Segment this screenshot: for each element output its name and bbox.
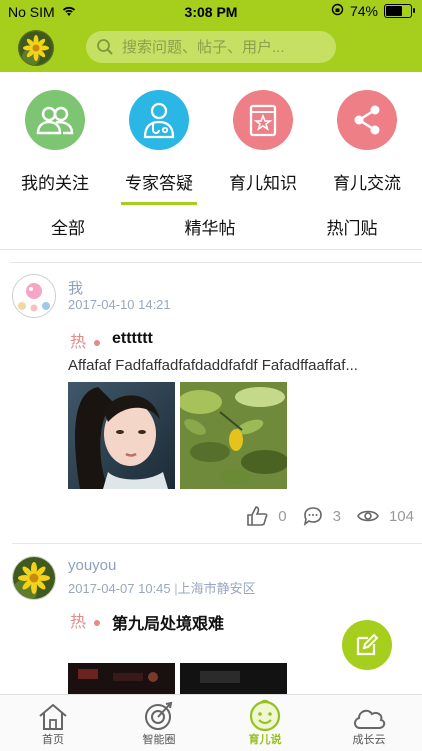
- nav-label: 首页: [42, 734, 64, 746]
- tab-all[interactable]: 全部: [18, 214, 118, 239]
- users-icon: [25, 90, 85, 150]
- views: 104: [357, 508, 414, 525]
- post-meta: 2017-04-07 10:45 |上海市静安区: [68, 578, 256, 597]
- nav-smart-circle[interactable]: 智能圈: [114, 701, 204, 747]
- home-icon: [8, 701, 98, 731]
- bottom-nav: 首页 智能圈 育儿说 成长云: [0, 694, 422, 751]
- comment-count: 3: [332, 507, 341, 525]
- search-bar[interactable]: [86, 31, 336, 63]
- post-card[interactable]: 我 2017-04-10 14:21 热 etttttt Affafaf Fad…: [0, 264, 422, 544]
- divider: [0, 249, 422, 250]
- target-icon: [114, 701, 204, 731]
- category-knowledge[interactable]: 育儿知识: [213, 90, 313, 194]
- category-label: 育儿知识: [229, 174, 297, 193]
- nav-label: 智能圈: [142, 734, 176, 746]
- book-star-icon: [233, 90, 293, 150]
- post-username[interactable]: youyou: [68, 557, 116, 574]
- battery-icon: [384, 4, 415, 18]
- comment-button[interactable]: 3: [303, 506, 341, 526]
- hot-label: 热: [70, 614, 87, 631]
- eye-icon: [357, 510, 379, 522]
- user-avatar[interactable]: [18, 30, 54, 66]
- filter-tabs: 全部 精华帖 热门贴: [0, 202, 422, 250]
- post-avatar[interactable]: [12, 274, 56, 318]
- hot-badge: 热: [70, 328, 101, 352]
- hot-badge: 热: [70, 608, 101, 632]
- post-time: 2017-04-07 10:45: [68, 581, 171, 596]
- post-title[interactable]: etttttt: [112, 330, 153, 348]
- like-button[interactable]: 0: [246, 506, 287, 526]
- nav-label: 育儿说: [248, 734, 282, 746]
- category-label: 我的关注: [21, 174, 89, 193]
- post-excerpt: Affafaf Fadfaffadfafdaddfafdf Fafadffaaf…: [68, 357, 358, 374]
- hot-dot: [94, 339, 101, 346]
- category-label: 育儿交流: [333, 174, 401, 193]
- post-time: 2017-04-10 14:21: [68, 297, 171, 312]
- post-image[interactable]: [68, 663, 175, 694]
- nav-growth-cloud[interactable]: 成长云: [324, 701, 414, 747]
- nav-home[interactable]: 首页: [8, 701, 98, 747]
- like-count: 0: [278, 507, 287, 525]
- cloud-icon: [324, 701, 414, 731]
- nav-parenting-talk[interactable]: 育儿说: [220, 699, 310, 747]
- edit-icon: [356, 633, 379, 656]
- rotation-lock-icon: [331, 3, 344, 19]
- post-avatar[interactable]: [12, 556, 56, 600]
- hot-dot: [94, 619, 101, 626]
- divider: [12, 543, 422, 544]
- hot-label: 热: [70, 334, 87, 351]
- post-location: 上海市静安区: [177, 581, 256, 596]
- category-row: 我的关注 专家答疑 育儿知识 育儿交流: [0, 72, 422, 205]
- category-exchange[interactable]: 育儿交流: [317, 90, 417, 194]
- tab-featured[interactable]: 精华帖: [160, 214, 260, 239]
- post-username[interactable]: 我: [68, 277, 83, 298]
- comment-icon: [303, 507, 322, 526]
- status-bar: No SIM 3:08 PM 74%: [0, 0, 422, 24]
- nav-label: 成长云: [352, 734, 386, 746]
- divider: [10, 262, 422, 263]
- post-image[interactable]: [180, 663, 287, 694]
- post-stats: 0 3 104: [234, 506, 414, 526]
- thumbs-up-icon: [247, 506, 268, 526]
- doctor-icon: [129, 90, 189, 150]
- post-card[interactable]: youyou 2017-04-07 10:45 |上海市静安区 热 第九局处境艰…: [0, 546, 422, 694]
- category-experts[interactable]: 专家答疑: [109, 90, 209, 205]
- post-image-portrait[interactable]: [68, 382, 175, 489]
- top-bar: [0, 24, 422, 72]
- post-title[interactable]: 第九局处境艰难: [112, 610, 224, 634]
- share-icon: [337, 90, 397, 150]
- category-following[interactable]: 我的关注: [5, 90, 105, 194]
- compose-button[interactable]: [342, 620, 392, 670]
- tab-hot[interactable]: 热门贴: [302, 214, 402, 239]
- post-image-lemon-tree[interactable]: [180, 382, 287, 489]
- search-input[interactable]: [120, 37, 324, 57]
- battery-percent: 74%: [349, 3, 378, 19]
- baby-face-icon: [220, 699, 310, 731]
- category-label: 专家答疑: [125, 174, 193, 193]
- view-count: 104: [388, 507, 414, 525]
- search-icon: [96, 38, 114, 56]
